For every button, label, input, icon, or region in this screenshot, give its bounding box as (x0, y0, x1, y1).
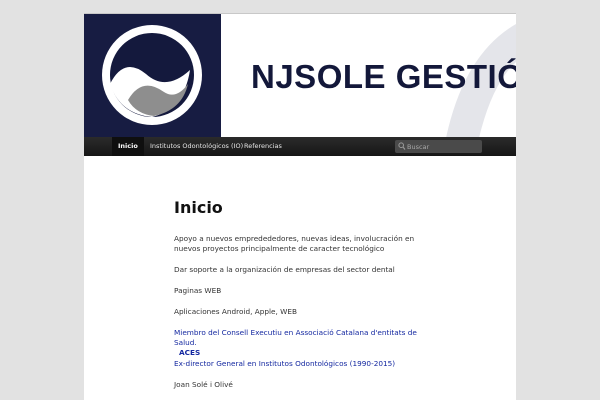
search-box[interactable] (395, 140, 482, 153)
nav-item-institutos[interactable]: Institutos Odontológicos (IO) (150, 137, 243, 156)
aces-link[interactable]: ACES (174, 348, 200, 358)
page-title: Inicio (174, 198, 223, 217)
nav-item-referencias[interactable]: Referencias (244, 137, 282, 156)
logo-box[interactable] (84, 14, 221, 138)
consell-link[interactable]: Miembro del Consell Executiu en Associac… (174, 328, 417, 347)
search-input[interactable] (405, 140, 481, 153)
exdirector-link[interactable]: Ex-director General en Institutos Odonto… (174, 359, 395, 368)
signature: Joan Solé i Olivé (174, 380, 233, 389)
nav-item-inicio[interactable]: Inicio (112, 137, 144, 156)
paragraph-exdirector: Ex-director General en Institutos Odonto… (174, 359, 424, 369)
paragraph-soporte: Dar soporte a la organización de empresa… (174, 265, 395, 274)
brand-title: NJSOLE GESTIÓ (251, 58, 516, 95)
main-nav: Inicio Institutos Odontológicos (IO) Ref… (84, 137, 516, 156)
njsole-wave-logo-icon (84, 14, 221, 138)
paragraph-consell: Miembro del Consell Executiu en Associac… (174, 328, 424, 358)
paragraph-aplicaciones: Aplicaciones Android, Apple, WEB (174, 307, 297, 316)
page: NJSOLE GESTIÓ Inicio Institutos Odontoló… (84, 13, 516, 400)
site-header: NJSOLE GESTIÓ (84, 14, 516, 138)
paragraph-paginas-web: Paginas WEB (174, 286, 222, 295)
paragraph-apoyo: Apoyo a nuevos empredededores, nuevas id… (174, 234, 415, 253)
